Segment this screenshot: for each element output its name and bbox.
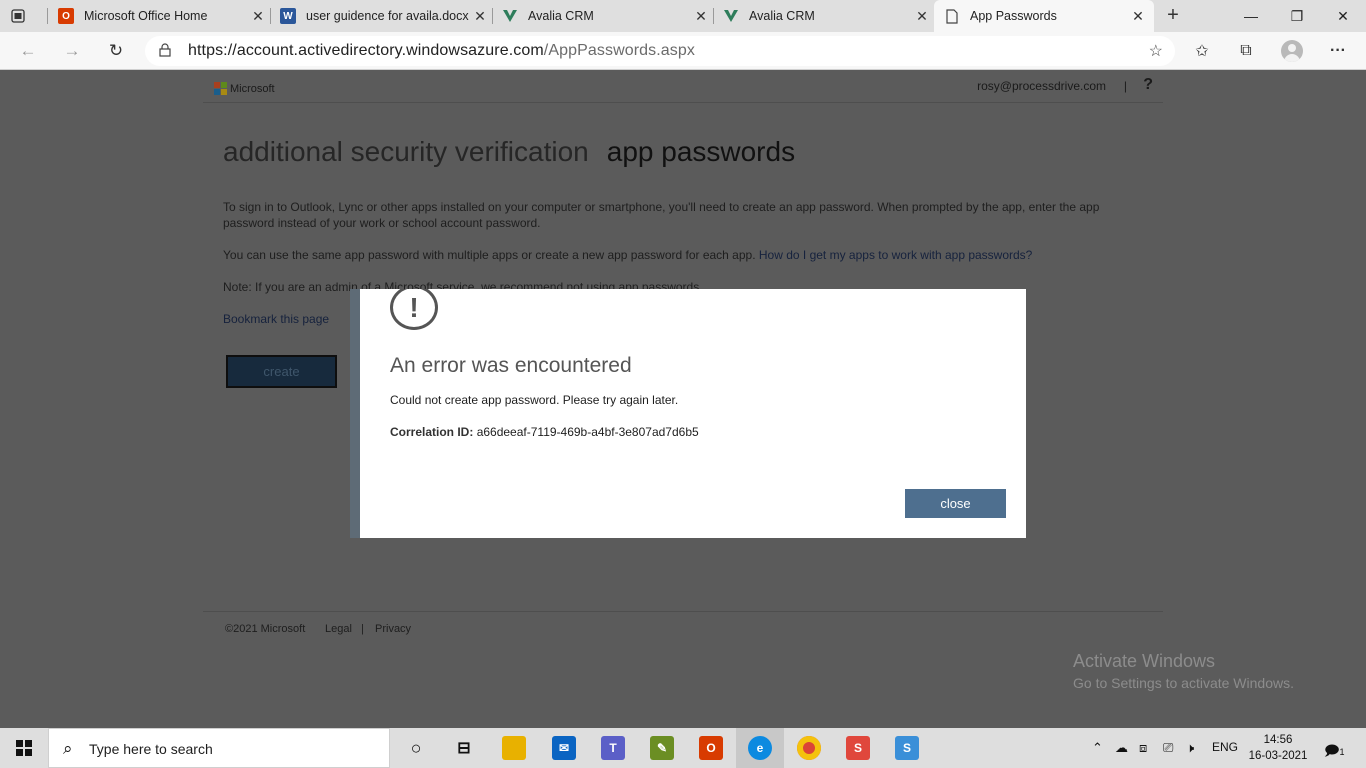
tab-separator (47, 8, 48, 24)
error-dialog: ! An error was encountered Could not cre… (350, 289, 1026, 538)
tab-separator (713, 8, 714, 24)
page-icon (944, 8, 960, 24)
taskbar-search[interactable]: ⌕ Type here to search (48, 728, 390, 768)
tab-close-icon[interactable]: ✕ (250, 8, 266, 25)
mail-icon[interactable]: ✉ (552, 736, 576, 760)
tab-close-icon[interactable]: ✕ (693, 8, 709, 25)
avalia-icon (723, 8, 739, 24)
close-button[interactable]: close (905, 489, 1006, 518)
cortana-icon[interactable]: ○ (404, 736, 428, 760)
title-app-passwords[interactable]: app passwords (607, 136, 795, 167)
tab-close-icon[interactable]: ✕ (472, 8, 488, 25)
minimize-icon[interactable]: — (1228, 0, 1274, 32)
notepad-icon[interactable]: ✎ (650, 736, 674, 760)
volume-muted-icon[interactable]: 🕨 (1186, 740, 1194, 756)
window-close-icon[interactable]: ✕ (1320, 0, 1366, 32)
browser-tab-bar: O Microsoft Office Home ✕ W user guidenc… (0, 0, 1366, 32)
favorites-icon[interactable]: ✩ (1191, 40, 1213, 62)
dialog-message: Could not create app password. Please tr… (390, 393, 679, 407)
dialog-title: An error was encountered (390, 354, 632, 377)
tab-avalia-crm-2[interactable]: Avalia CRM ✕ (723, 0, 930, 32)
page-footer: ©2021 Microsoft Legal | Privacy (203, 611, 1163, 643)
profile-avatar[interactable] (1281, 40, 1303, 62)
new-tab-icon[interactable]: + (1162, 4, 1184, 26)
address-toolbar: ← → ↻ https://account.activedirectory.wi… (0, 32, 1366, 70)
file-explorer-icon[interactable] (502, 736, 526, 760)
teams-icon[interactable]: T (601, 736, 625, 760)
network-icon[interactable]: ⎚ (1163, 740, 1173, 756)
tab-word-doc[interactable]: W user guidence for availa.docx ✕ (280, 0, 488, 32)
start-icon[interactable] (16, 740, 32, 756)
tab-actions-icon[interactable] (8, 6, 28, 26)
multi-app-text: You can use the same app password with m… (223, 248, 1033, 262)
office-icon: O (58, 8, 74, 24)
back-icon[interactable]: ← (17, 40, 39, 62)
avalia-icon (502, 8, 518, 24)
tray-app-icon[interactable]: ⧈ (1139, 740, 1147, 756)
clock[interactable]: 14:56 16-03-2021 (1246, 732, 1310, 764)
copyright: ©2021 Microsoft (225, 623, 306, 635)
header-separator: | (1123, 79, 1127, 93)
page-header: Microsoft rosy@processdrive.com | ? (203, 71, 1163, 103)
microsoft-logo-icon (214, 82, 227, 95)
onedrive-icon[interactable]: ☁ (1115, 740, 1128, 756)
title-security-verification[interactable]: additional security verification (223, 136, 589, 167)
microsoft-logo: Microsoft (214, 82, 275, 95)
url-bar[interactable]: https://account.activedirectory.windowsa… (145, 36, 1175, 66)
tab-close-icon[interactable]: ✕ (1130, 8, 1146, 25)
task-view-icon[interactable]: ⊟ (452, 736, 476, 760)
error-icon: ! (390, 289, 438, 330)
collections-icon[interactable]: ⧉ (1235, 40, 1257, 62)
windows-taskbar: ⌕ Type here to search ○ ⊟ ✉ T ✎ O e S S … (0, 728, 1366, 768)
tab-close-icon[interactable]: ✕ (914, 8, 930, 25)
page-title: additional security verification app pass… (223, 136, 795, 168)
chrome-icon[interactable] (797, 736, 821, 760)
tab-separator (270, 8, 271, 24)
lock-icon[interactable] (159, 43, 171, 57)
tray-chevron-icon[interactable]: ⌃ (1092, 740, 1103, 756)
create-button[interactable]: create (226, 355, 337, 388)
correlation-id: Correlation ID: a66deeaf-7119-469b-a4bf-… (390, 425, 699, 439)
tab-separator (492, 8, 493, 24)
help-link[interactable]: How do I get my apps to work with app pa… (759, 248, 1032, 262)
forward-icon[interactable]: → (61, 40, 83, 62)
edge-icon[interactable]: e (748, 736, 772, 760)
privacy-link[interactable]: Privacy (375, 623, 411, 635)
add-favorite-icon[interactable]: ☆ (1149, 41, 1163, 61)
tab-avalia-crm-1[interactable]: Avalia CRM ✕ (502, 0, 709, 32)
search-icon: ⌕ (63, 739, 73, 758)
url-text[interactable]: https://account.activedirectory.windowsa… (188, 42, 695, 60)
refresh-icon[interactable]: ↻ (105, 40, 127, 62)
word-icon: W (280, 8, 296, 24)
office-app-icon[interactable]: O (699, 736, 723, 760)
notifications-icon[interactable]: 🗩1 (1324, 740, 1345, 764)
language-indicator[interactable]: ENG (1212, 740, 1238, 754)
s-app-blue-icon[interactable]: S (895, 736, 919, 760)
intro-text: To sign in to Outlook, Lync or other app… (223, 200, 1100, 230)
help-icon[interactable]: ? (1143, 76, 1153, 94)
s-app-icon[interactable]: S (846, 736, 870, 760)
signed-in-user[interactable]: rosy@processdrive.com (977, 79, 1106, 93)
restore-icon[interactable]: ❐ (1274, 0, 1320, 32)
legal-link[interactable]: Legal (325, 623, 352, 635)
footer-separator: | (361, 623, 364, 635)
tab-app-passwords[interactable]: App Passwords ✕ (934, 0, 1154, 32)
tab-office-home[interactable]: O Microsoft Office Home ✕ (58, 0, 266, 32)
dialog-body: ! An error was encountered Could not cre… (350, 289, 1026, 538)
activate-windows-watermark: Activate Windows Go to Settings to activ… (1073, 651, 1294, 691)
more-menu-icon[interactable]: ··· (1327, 40, 1349, 62)
